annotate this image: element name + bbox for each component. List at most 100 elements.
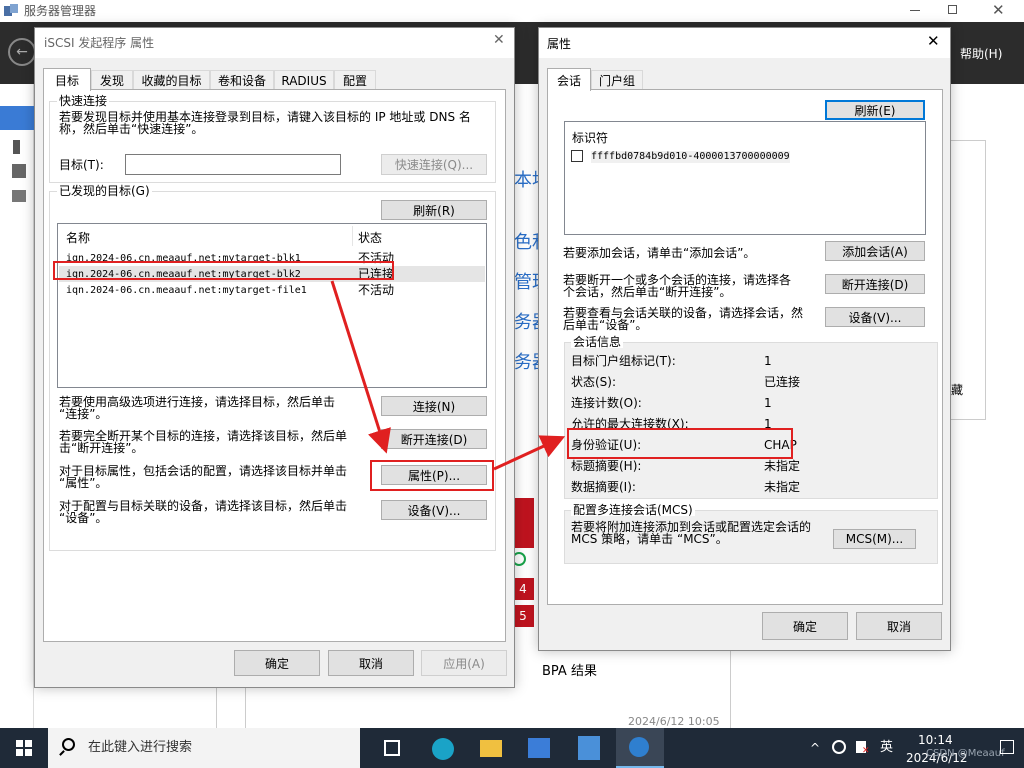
discovered-targets-label: 已发现的目标(G) [57, 184, 152, 198]
tab-radius[interactable]: RADIUS [274, 70, 334, 90]
target-input[interactable] [125, 154, 341, 175]
notification-icon[interactable] [1000, 740, 1014, 754]
info-label: 连接计数(O): [571, 396, 642, 410]
properties-title: 属性 [547, 37, 572, 51]
clock-time[interactable]: 10:14 [918, 734, 953, 746]
tray-chevron-icon[interactable]: ^ [810, 742, 820, 754]
back-arrow-icon: ← [16, 44, 28, 60]
info-value: 已连接 [764, 375, 801, 389]
target-row-3[interactable]: iqn.2024-06.cn.meaauf.net:mytarget-file1… [59, 282, 485, 298]
props-refresh-button[interactable]: 刷新(E) [825, 100, 925, 120]
iscsi-close-icon[interactable]: ✕ [493, 32, 505, 48]
minimize-icon[interactable] [910, 10, 920, 11]
connect-button-label: 连接(N) [412, 399, 456, 414]
info-label: 标题摘要(H): [571, 459, 642, 473]
iscsi-ok-button[interactable]: 确定 [234, 650, 320, 676]
info-value: CHAP [764, 438, 797, 452]
session-checkbox[interactable] [571, 150, 583, 162]
help-menu[interactable]: 帮助(H) [960, 48, 1002, 60]
info-label: 身份验证(U): [571, 438, 642, 452]
col-header-name[interactable]: 名称 [66, 232, 90, 244]
devices-button[interactable]: 设备(V)... [381, 500, 487, 520]
tab-portal-groups[interactable]: 门户组 [591, 70, 643, 90]
start-button[interactable] [0, 728, 48, 768]
info-value: 1 [764, 354, 772, 368]
refresh-button[interactable]: 刷新(R) [381, 200, 487, 220]
restore-icon[interactable] [948, 5, 957, 14]
mcs-button-label: MCS(M)... [845, 532, 904, 546]
bg-right-text: 藏 [951, 383, 964, 397]
server-manager-titlebar: 服务器管理器 ✕ [0, 0, 1024, 22]
server-manager-title: 服务器管理器 [24, 4, 97, 18]
iscsi-apply-button[interactable]: 应用(A) [421, 650, 507, 676]
bg-red-tile [512, 498, 534, 548]
taskbar-search[interactable]: 在此键入进行搜索 [48, 728, 360, 768]
add-session-text: 若要添加会话，请单击“添加会话”。 [563, 246, 756, 260]
properties-button[interactable]: 属性(P)... [381, 465, 487, 485]
bg-tile-panel [946, 140, 986, 420]
props-cancel-label: 取消 [886, 619, 911, 634]
target-row-1[interactable]: iqn.2024-06.cn.meaauf.net:mytarget-blk1 … [59, 250, 485, 266]
back-button[interactable]: ← [8, 38, 36, 66]
control-panel-taskbar-icon[interactable] [578, 736, 600, 760]
target-row-name: iqn.2024-06.cn.meaauf.net:mytarget-blk2 [66, 269, 301, 280]
all-servers-icon[interactable] [12, 164, 26, 178]
iscsi-dialog: iSCSI 发起程序 属性 ✕ 目标 发现 收藏的目标 卷和设备 RADIUS … [34, 27, 515, 688]
edge-icon[interactable] [432, 738, 454, 760]
props-ok-button[interactable]: 确定 [762, 612, 848, 640]
mcs-button[interactable]: MCS(M)... [833, 529, 916, 549]
session-row[interactable]: ffffbd0784b9d010-4000013700000009 [570, 148, 790, 164]
session-devices-button[interactable]: 设备(V)... [825, 307, 925, 327]
props-refresh-label: 刷新(E) [854, 103, 896, 118]
col-header-status[interactable]: 状态 [358, 232, 382, 244]
target-row-2[interactable]: iqn.2024-06.cn.meaauf.net:mytarget-blk2 … [59, 266, 485, 282]
iscsi-ok-label: 确定 [264, 656, 289, 671]
iscsi-taskbar-icon[interactable] [616, 728, 664, 768]
info-value: 未指定 [764, 480, 801, 494]
info-value: 1 [764, 417, 772, 431]
session-devices-label: 设备(V)... [848, 310, 902, 325]
server-manager-icon [4, 4, 18, 16]
file-explorer-icon[interactable] [480, 740, 502, 757]
ime-indicator[interactable]: 英 [880, 741, 893, 754]
col-divider [352, 226, 353, 246]
quick-connect-button[interactable]: 快速连接(Q)... [381, 154, 487, 175]
globe-icon [629, 737, 649, 757]
tab-favorite-targets[interactable]: 收藏的目标 [133, 70, 210, 90]
tab-volumes-devices[interactable]: 卷和设备 [210, 70, 274, 90]
bg-badge-5: 5 [512, 605, 534, 627]
tab-sessions[interactable]: 会话 [547, 68, 591, 91]
tab-configuration-label: 配置 [342, 74, 367, 88]
quick-connect-button-label: 快速连接(Q)... [394, 158, 474, 172]
bg-column-line-right [730, 650, 731, 728]
disconnect-session-button[interactable]: 断开连接(D) [825, 274, 925, 294]
disconnect-button-label: 断开连接(D) [400, 432, 468, 447]
taskbar: 在此键入进行搜索 ^ ✕ 英 10:14 2024/6/12 CSDN @Mea… [0, 728, 1024, 768]
local-server-icon[interactable] [13, 140, 20, 154]
network-icon[interactable] [832, 740, 846, 754]
close-window-icon[interactable]: ✕ [992, 1, 1005, 19]
tab-targets[interactable]: 目标 [43, 68, 91, 91]
bg-bpa-results[interactable]: BPA 结果 [542, 665, 597, 678]
tab-targets-label: 目标 [54, 73, 79, 88]
tab-discovery[interactable]: 发现 [91, 70, 133, 90]
bg-timestamp: 2024/6/12 10:05 [628, 715, 720, 728]
server-manager-taskbar-icon[interactable] [528, 738, 550, 758]
targets-list: 名称 状态 iqn.2024-06.cn.meaauf.net:mytarget… [57, 223, 487, 388]
properties-close-icon[interactable]: ✕ [927, 32, 940, 50]
server-manager-sidebar [0, 84, 34, 728]
target-row-status: 不活动 [358, 251, 395, 265]
file-services-icon[interactable] [12, 190, 26, 202]
quick-connect-desc-2: 称，然后单击“快速连接”。 [59, 122, 204, 136]
iscsi-cancel-button[interactable]: 取消 [328, 650, 414, 676]
disconnect-button[interactable]: 断开连接(D) [381, 429, 487, 449]
task-view-icon[interactable] [384, 740, 400, 756]
disconnect-session-label: 断开连接(D) [841, 277, 909, 292]
dashboard-icon[interactable] [0, 106, 34, 130]
tab-configuration[interactable]: 配置 [334, 70, 376, 90]
add-session-button[interactable]: 添加会话(A) [825, 241, 925, 261]
info-value: 1 [764, 396, 772, 410]
props-ok-label: 确定 [792, 619, 817, 634]
connect-button[interactable]: 连接(N) [381, 396, 487, 416]
props-cancel-button[interactable]: 取消 [856, 612, 942, 640]
